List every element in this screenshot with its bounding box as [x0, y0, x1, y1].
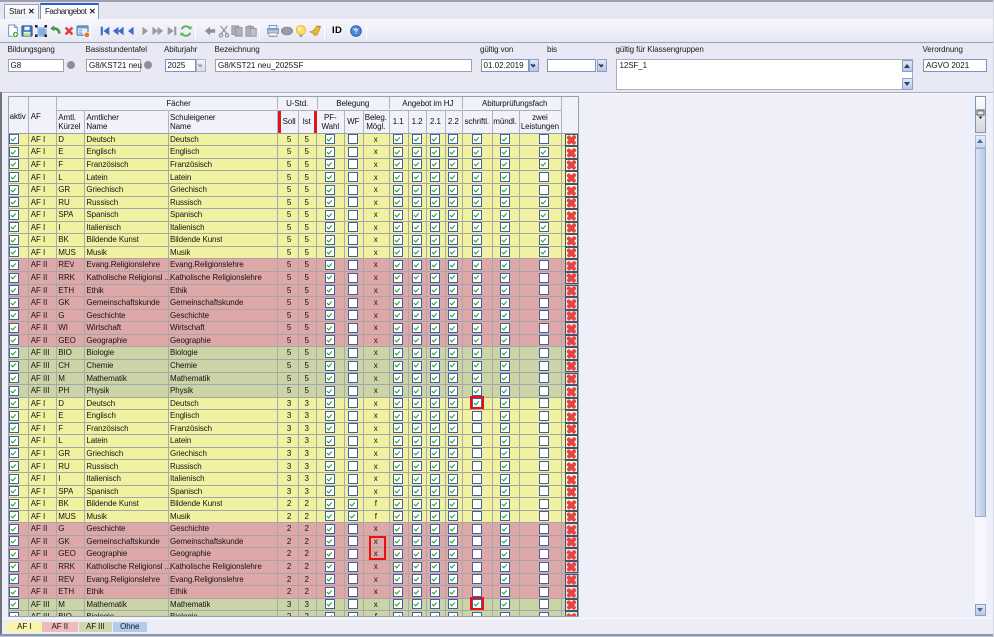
svg-text:?: ?	[354, 27, 359, 36]
